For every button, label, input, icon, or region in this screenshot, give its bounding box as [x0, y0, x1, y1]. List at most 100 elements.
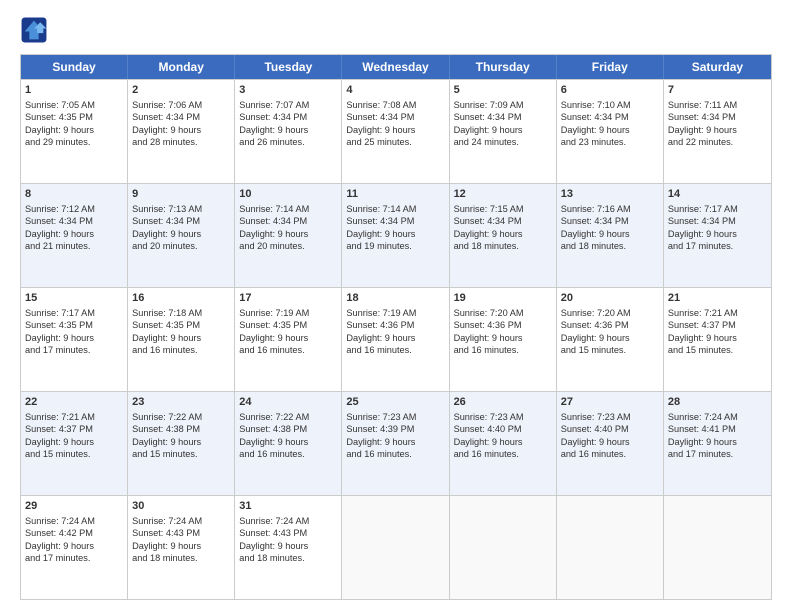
day-info-line: Sunset: 4:34 PM [239, 215, 337, 227]
day-number: 12 [454, 187, 552, 202]
day-number: 8 [25, 187, 123, 202]
day-info-line: Daylight: 9 hours [561, 436, 659, 448]
day-info-line: Sunrise: 7:23 AM [561, 411, 659, 423]
calendar-row-1: 1Sunrise: 7:05 AMSunset: 4:35 PMDaylight… [21, 79, 771, 183]
day-info-line: Sunset: 4:41 PM [668, 423, 767, 435]
day-info-line: Sunrise: 7:21 AM [668, 307, 767, 319]
day-number: 31 [239, 499, 337, 514]
day-info-line: Sunset: 4:40 PM [561, 423, 659, 435]
day-info-line: Daylight: 9 hours [346, 124, 444, 136]
day-cell-22: 22Sunrise: 7:21 AMSunset: 4:37 PMDayligh… [21, 392, 128, 495]
header-day-wednesday: Wednesday [342, 55, 449, 79]
day-info-line: Sunrise: 7:24 AM [25, 515, 123, 527]
day-info-line: Sunrise: 7:17 AM [25, 307, 123, 319]
day-info-line: Sunrise: 7:05 AM [25, 99, 123, 111]
day-cell-4: 4Sunrise: 7:08 AMSunset: 4:34 PMDaylight… [342, 80, 449, 183]
calendar-row-5: 29Sunrise: 7:24 AMSunset: 4:42 PMDayligh… [21, 495, 771, 599]
day-number: 28 [668, 395, 767, 410]
day-number: 14 [668, 187, 767, 202]
day-info-line: Daylight: 9 hours [132, 332, 230, 344]
day-cell-17: 17Sunrise: 7:19 AMSunset: 4:35 PMDayligh… [235, 288, 342, 391]
day-info-line: Daylight: 9 hours [561, 124, 659, 136]
day-info-line: Daylight: 9 hours [346, 228, 444, 240]
day-info-line: Daylight: 9 hours [25, 540, 123, 552]
day-number: 19 [454, 291, 552, 306]
empty-cell-r4c4 [450, 496, 557, 599]
day-number: 5 [454, 83, 552, 98]
day-cell-1: 1Sunrise: 7:05 AMSunset: 4:35 PMDaylight… [21, 80, 128, 183]
day-number: 7 [668, 83, 767, 98]
day-info-line: and 16 minutes. [561, 448, 659, 460]
empty-cell-r4c6 [664, 496, 771, 599]
day-info-line: Daylight: 9 hours [668, 332, 767, 344]
calendar-header: SundayMondayTuesdayWednesdayThursdayFrid… [21, 55, 771, 79]
day-number: 3 [239, 83, 337, 98]
day-info-line: Sunset: 4:34 PM [25, 215, 123, 227]
day-info-line: Sunrise: 7:09 AM [454, 99, 552, 111]
day-info-line: Daylight: 9 hours [25, 124, 123, 136]
day-info-line: and 16 minutes. [132, 344, 230, 356]
header [20, 16, 772, 44]
day-info-line: and 25 minutes. [346, 136, 444, 148]
day-number: 11 [346, 187, 444, 202]
day-info-line: Daylight: 9 hours [239, 540, 337, 552]
empty-cell-r4c5 [557, 496, 664, 599]
day-cell-16: 16Sunrise: 7:18 AMSunset: 4:35 PMDayligh… [128, 288, 235, 391]
day-cell-25: 25Sunrise: 7:23 AMSunset: 4:39 PMDayligh… [342, 392, 449, 495]
day-info-line: Sunrise: 7:08 AM [346, 99, 444, 111]
day-info-line: and 16 minutes. [239, 448, 337, 460]
day-info-line: Sunrise: 7:15 AM [454, 203, 552, 215]
day-info-line: Sunset: 4:36 PM [561, 319, 659, 331]
day-info-line: and 20 minutes. [132, 240, 230, 252]
day-info-line: Daylight: 9 hours [668, 436, 767, 448]
day-info-line: Daylight: 9 hours [239, 228, 337, 240]
day-info-line: Sunset: 4:43 PM [132, 527, 230, 539]
day-number: 30 [132, 499, 230, 514]
day-info-line: Sunrise: 7:20 AM [454, 307, 552, 319]
day-info-line: and 19 minutes. [346, 240, 444, 252]
day-number: 27 [561, 395, 659, 410]
page: SundayMondayTuesdayWednesdayThursdayFrid… [0, 0, 792, 612]
day-info-line: Sunrise: 7:11 AM [668, 99, 767, 111]
day-info-line: and 17 minutes. [25, 552, 123, 564]
day-info-line: and 16 minutes. [239, 344, 337, 356]
day-number: 22 [25, 395, 123, 410]
day-cell-21: 21Sunrise: 7:21 AMSunset: 4:37 PMDayligh… [664, 288, 771, 391]
day-info-line: Sunset: 4:39 PM [346, 423, 444, 435]
day-number: 23 [132, 395, 230, 410]
day-number: 16 [132, 291, 230, 306]
day-info-line: Sunset: 4:36 PM [346, 319, 444, 331]
day-info-line: and 16 minutes. [454, 344, 552, 356]
day-info-line: Sunrise: 7:20 AM [561, 307, 659, 319]
day-cell-31: 31Sunrise: 7:24 AMSunset: 4:43 PMDayligh… [235, 496, 342, 599]
day-number: 13 [561, 187, 659, 202]
day-info-line: Sunrise: 7:06 AM [132, 99, 230, 111]
day-number: 9 [132, 187, 230, 202]
day-info-line: and 21 minutes. [25, 240, 123, 252]
day-info-line: and 29 minutes. [25, 136, 123, 148]
day-number: 15 [25, 291, 123, 306]
day-cell-14: 14Sunrise: 7:17 AMSunset: 4:34 PMDayligh… [664, 184, 771, 287]
day-info-line: and 16 minutes. [346, 448, 444, 460]
day-cell-6: 6Sunrise: 7:10 AMSunset: 4:34 PMDaylight… [557, 80, 664, 183]
day-info-line: Daylight: 9 hours [454, 436, 552, 448]
day-info-line: Sunset: 4:34 PM [132, 215, 230, 227]
header-day-sunday: Sunday [21, 55, 128, 79]
day-info-line: Daylight: 9 hours [132, 228, 230, 240]
day-info-line: Sunrise: 7:19 AM [239, 307, 337, 319]
day-info-line: Sunset: 4:35 PM [25, 319, 123, 331]
day-info-line: Daylight: 9 hours [668, 124, 767, 136]
day-info-line: Sunset: 4:34 PM [454, 215, 552, 227]
day-info-line: Sunset: 4:40 PM [454, 423, 552, 435]
calendar-row-2: 8Sunrise: 7:12 AMSunset: 4:34 PMDaylight… [21, 183, 771, 287]
day-info-line: Sunrise: 7:07 AM [239, 99, 337, 111]
day-info-line: Sunset: 4:34 PM [561, 215, 659, 227]
day-info-line: Sunset: 4:38 PM [239, 423, 337, 435]
day-info-line: Sunrise: 7:19 AM [346, 307, 444, 319]
day-info-line: Sunrise: 7:23 AM [454, 411, 552, 423]
header-day-thursday: Thursday [450, 55, 557, 79]
day-info-line: Sunrise: 7:24 AM [239, 515, 337, 527]
day-info-line: and 23 minutes. [561, 136, 659, 148]
day-cell-13: 13Sunrise: 7:16 AMSunset: 4:34 PMDayligh… [557, 184, 664, 287]
day-number: 17 [239, 291, 337, 306]
